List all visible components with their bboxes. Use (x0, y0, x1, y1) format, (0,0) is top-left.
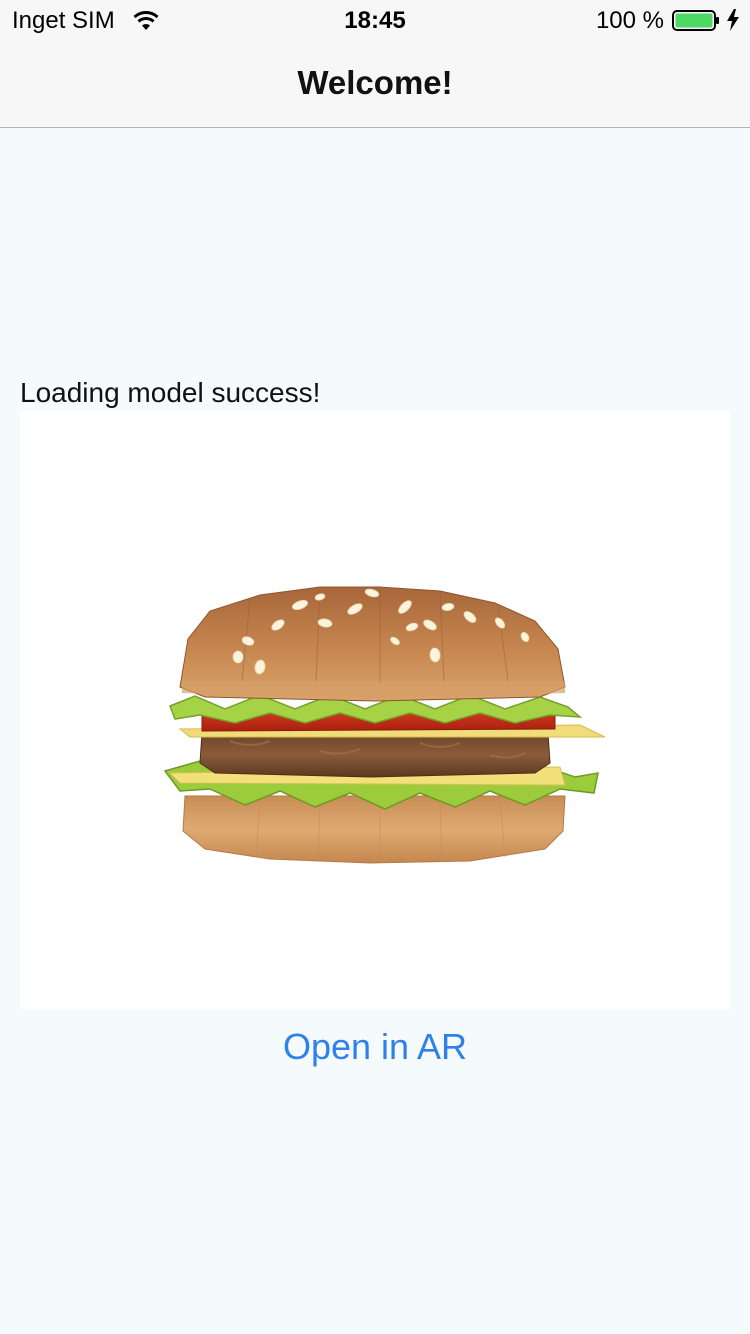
page-title: Welcome! (297, 64, 453, 101)
model-viewer[interactable] (20, 411, 730, 1009)
hamburger-model-icon (163, 586, 606, 864)
open-in-ar-button[interactable]: Open in AR (0, 1026, 750, 1068)
model-status-message: Loading model success! (20, 377, 321, 408)
battery-icon (672, 10, 719, 31)
status-bar: Inget SIM 18:45 100 % (0, 0, 750, 40)
battery-percentage: 100 % (595, 7, 664, 34)
charging-bolt-icon (727, 9, 739, 31)
navigation-bar: Welcome! (0, 40, 750, 128)
